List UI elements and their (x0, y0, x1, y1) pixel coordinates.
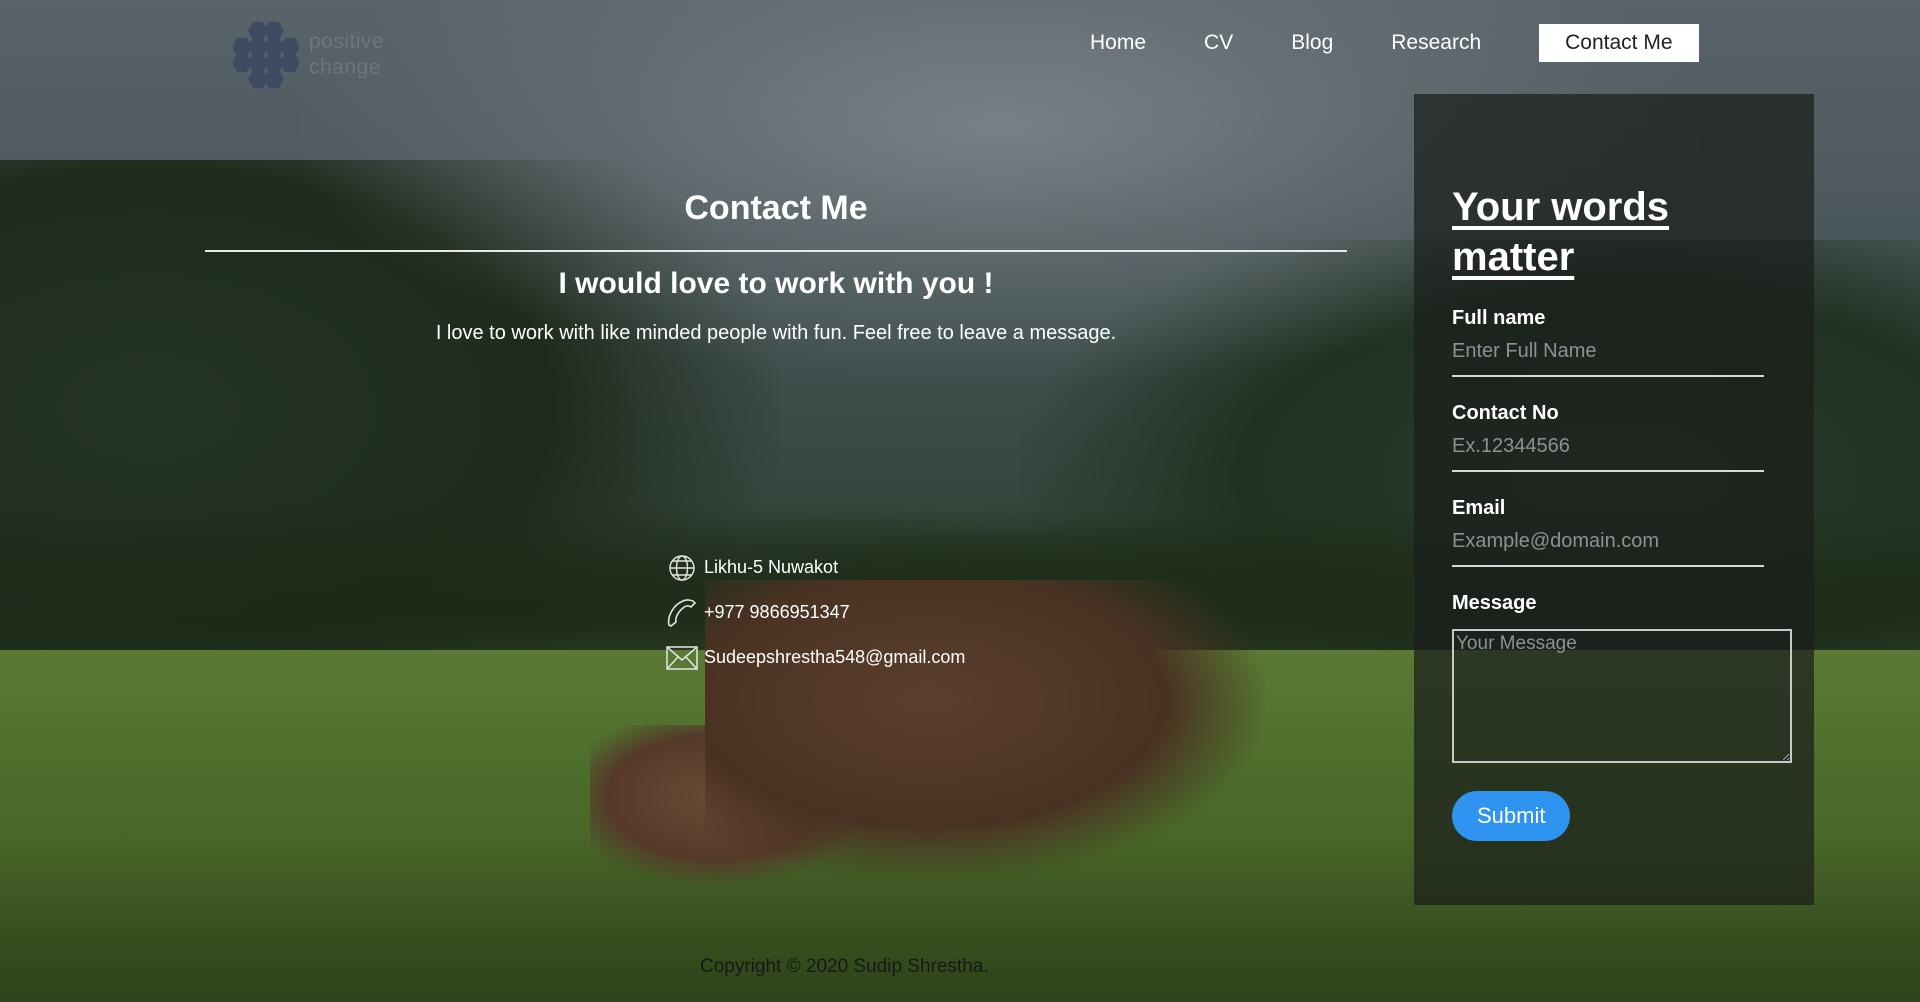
page-title: Contact Me (684, 189, 868, 227)
message-field-group: Message (1452, 591, 1792, 763)
nav-blog[interactable]: Blog (1291, 24, 1333, 62)
footer-copyright: Copyright © 2020 Sudip Shrestha. (700, 956, 989, 977)
email-label: Email (1452, 497, 1506, 519)
logo-text: positive change (309, 29, 384, 81)
email-link[interactable]: Sudeepshrestha548@gmail.com (704, 647, 965, 668)
contact-details: Likhu-5 Nuwakot +977 9866951347 Sudeepsh… (664, 545, 965, 680)
hexagon-cluster-logo-icon (233, 22, 299, 88)
nav-cv[interactable]: CV (1204, 24, 1233, 62)
message-textarea[interactable] (1452, 629, 1792, 763)
contact-no-input[interactable] (1452, 425, 1764, 472)
full-name-input[interactable] (1452, 330, 1764, 377)
full-name-label: Full name (1452, 307, 1546, 329)
contact-no-label: Contact No (1452, 402, 1559, 424)
message-label: Message (1452, 592, 1537, 614)
contact-no-field-group: Contact No (1452, 401, 1764, 472)
phone-icon (664, 597, 700, 629)
page-subtitle: I would love to work with you ! (558, 267, 994, 300)
contact-email: Sudeepshrestha548@gmail.com (664, 635, 965, 680)
nav-home[interactable]: Home (1090, 24, 1146, 62)
nav-contact-me[interactable]: Contact Me (1539, 24, 1699, 62)
form-heading: Your words matter (1452, 185, 1670, 279)
contact-phone: +977 9866951347 (664, 590, 965, 635)
email-field-group: Email (1452, 496, 1764, 567)
address-text: Likhu-5 Nuwakot (704, 557, 839, 577)
contact-form: Your words matter Full name Contact No E… (1414, 94, 1814, 905)
logo-line-2: change (309, 56, 381, 79)
contact-intro: Contact Me I would love to work with you… (205, 182, 1347, 346)
phone-link[interactable]: +977 9866951347 (704, 602, 850, 623)
submit-button[interactable]: Submit (1452, 791, 1571, 841)
nav-research[interactable]: Research (1391, 24, 1481, 62)
email-input[interactable] (1452, 520, 1764, 567)
title-divider (205, 250, 1347, 252)
logo-line-1: positive (309, 30, 385, 53)
contact-address: Likhu-5 Nuwakot (664, 545, 965, 590)
page-description: I love to work with like minded people w… (435, 322, 1117, 344)
globe-icon (664, 552, 700, 584)
envelope-icon (664, 642, 700, 674)
site-logo[interactable]: positive change (233, 20, 384, 90)
main-nav: Home CV Blog Research Contact Me (1090, 24, 1699, 62)
full-name-field-group: Full name (1452, 306, 1764, 377)
